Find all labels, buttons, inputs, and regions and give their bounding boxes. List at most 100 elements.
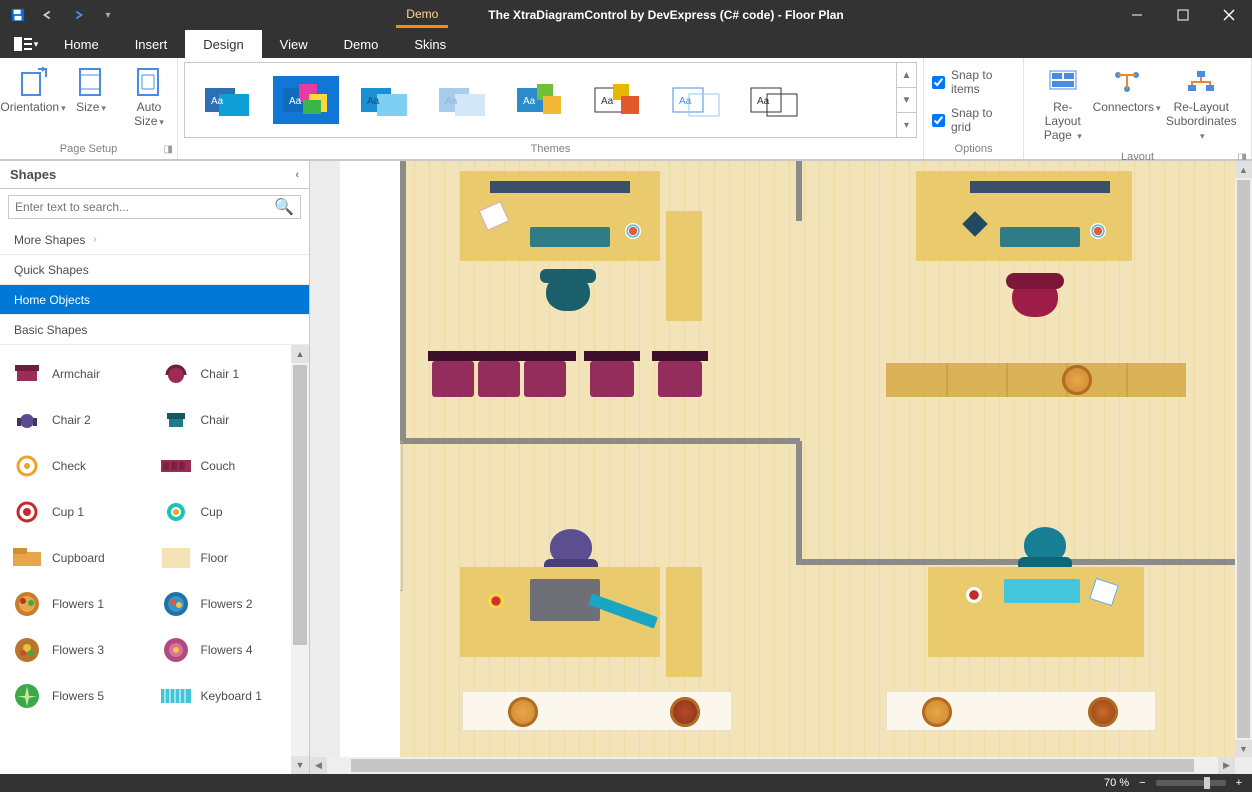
shape-item[interactable]: Flowers 3 [6,629,155,671]
main-area: Shapes ‹ 🔍 More Shapes› Quick Shapes Hom… [0,160,1252,774]
theme-item-8[interactable]: Aa [741,76,807,124]
shape-list: ArmchairChair 1Chair 2ChairCheckCouchCup… [0,345,309,774]
tab-view[interactable]: View [262,30,326,58]
shape-label: Chair 2 [52,413,91,427]
theme-item-3[interactable]: Aa [351,76,417,124]
shape-item[interactable]: Floor [155,537,304,579]
shape-label: Flowers 2 [201,597,253,611]
shape-item[interactable]: Cupboard [6,537,155,579]
status-bar: 70 % − + [0,774,1252,792]
shapes-scroll-up[interactable]: ▲ [291,345,309,363]
theme-item-4[interactable]: Aa [429,76,495,124]
search-icon[interactable]: 🔍 [274,197,294,217]
theme-item-6[interactable]: Aa [585,76,651,124]
tab-home[interactable]: Home [46,30,117,58]
tab-design[interactable]: Design [185,30,261,58]
shape-icon [12,361,42,387]
themes-gallery: Aa Aa Aa Aa Aa Aa Aa Aa ▲ ▼ ▾ [184,62,917,138]
svg-text:Aa: Aa [523,96,536,107]
shape-item[interactable]: Check [6,445,155,487]
shape-icon [12,499,42,525]
save-icon[interactable] [6,4,30,26]
shape-item[interactable]: Armchair [6,353,155,395]
shapes-search-input[interactable] [15,200,274,214]
canvas-vscroll-down[interactable]: ▼ [1235,740,1252,757]
diagram-canvas[interactable] [340,161,1235,757]
shape-label: Floor [201,551,228,565]
shape-item[interactable]: Flowers 5 [6,675,155,717]
relayout-page-button[interactable]: Re-Layout Page [1032,62,1094,147]
shapes-scroll-thumb[interactable] [293,365,307,645]
canvas-hscroll-left[interactable]: ◀ [310,757,327,774]
svg-text:Aa: Aa [757,96,770,107]
shape-item[interactable]: Flowers 2 [155,583,304,625]
undo-icon[interactable] [36,4,60,26]
orientation-button[interactable]: Orientation [8,62,58,119]
canvas-hscroll-thumb[interactable] [351,759,1194,772]
tab-insert[interactable]: Insert [117,30,186,58]
zoom-slider[interactable] [1156,780,1226,786]
shape-icon [12,683,42,709]
shape-icon [12,453,42,479]
gallery-scroll-down[interactable]: ▼ [897,88,916,113]
shapes-collapse-icon[interactable]: ‹ [295,169,299,181]
minimize-button[interactable] [1114,0,1160,30]
canvas-scrollbar-horizontal[interactable]: ◀ ▶ [310,757,1235,774]
shape-item[interactable]: Chair [155,399,304,441]
theme-item-7[interactable]: Aa [663,76,729,124]
theme-item-2[interactable]: Aa [273,76,339,124]
shape-icon [12,545,42,571]
shape-icon [161,453,191,479]
shape-item[interactable]: Cup [155,491,304,533]
shapes-search-box[interactable]: 🔍 [8,195,301,219]
canvas-hscroll-right[interactable]: ▶ [1218,757,1235,774]
application-button[interactable]: ▾ [6,30,46,58]
zoom-in-button[interactable]: + [1236,777,1242,789]
snap-to-items-checkbox[interactable]: Snap to items [932,68,1015,96]
cat-more-shapes[interactable]: More Shapes› [0,225,309,255]
shape-icon [161,591,191,617]
shapes-scroll-down[interactable]: ▼ [291,756,309,774]
shape-item[interactable]: Cup 1 [6,491,155,533]
ribbon-tab-strip: ▾ Home Insert Design View Demo Skins [0,30,1252,58]
shape-icon [161,407,191,433]
shapes-scrollbar[interactable]: ▲ ▼ [291,345,309,774]
shape-icon [12,591,42,617]
svg-text:Aa: Aa [445,96,458,107]
gallery-scroll-up[interactable]: ▲ [897,63,916,88]
auto-size-button[interactable]: Auto Size [124,62,174,133]
canvas-vscroll-up[interactable]: ▲ [1235,161,1252,178]
page-setup-dialog-launcher[interactable]: ◨ [164,144,173,155]
redo-icon[interactable] [66,4,90,26]
theme-item-5[interactable]: Aa [507,76,573,124]
canvas-scrollbar-vertical[interactable]: ▲ ▼ [1235,161,1252,757]
gallery-expand[interactable]: ▾ [897,113,916,137]
close-button[interactable] [1206,0,1252,30]
maximize-button[interactable] [1160,0,1206,30]
connectors-button[interactable]: Connectors [1102,62,1152,119]
tab-skins[interactable]: Skins [396,30,464,58]
shape-item[interactable]: Couch [155,445,304,487]
canvas-vscroll-thumb[interactable] [1237,180,1250,738]
shape-icon [161,361,191,387]
relayout-subordinates-button[interactable]: Re-Layout Subordinates [1160,62,1243,147]
cat-home-objects[interactable]: Home Objects [0,285,309,315]
shape-item[interactable]: Flowers 1 [6,583,155,625]
shape-item[interactable]: Chair 1 [155,353,304,395]
qat-customize-icon[interactable]: ▾ [96,4,120,26]
demo-context-tab[interactable]: Demo [396,3,448,28]
size-icon [75,66,107,98]
shape-item[interactable]: Flowers 4 [155,629,304,671]
size-button[interactable]: Size [66,62,116,119]
shape-item[interactable]: Chair 2 [6,399,155,441]
theme-item-1[interactable]: Aa [195,76,261,124]
tab-demo[interactable]: Demo [326,30,397,58]
cat-basic-shapes[interactable]: Basic Shapes [0,315,309,345]
canvas-area: ▲ ▼ ◀ ▶ [310,161,1252,774]
snap-to-grid-checkbox[interactable]: Snap to grid [932,106,1015,134]
cat-quick-shapes[interactable]: Quick Shapes [0,255,309,285]
svg-text:Aa: Aa [211,96,224,107]
shape-item[interactable]: Keyboard 1 [155,675,304,717]
svg-text:Aa: Aa [601,96,614,107]
zoom-out-button[interactable]: − [1139,777,1145,789]
